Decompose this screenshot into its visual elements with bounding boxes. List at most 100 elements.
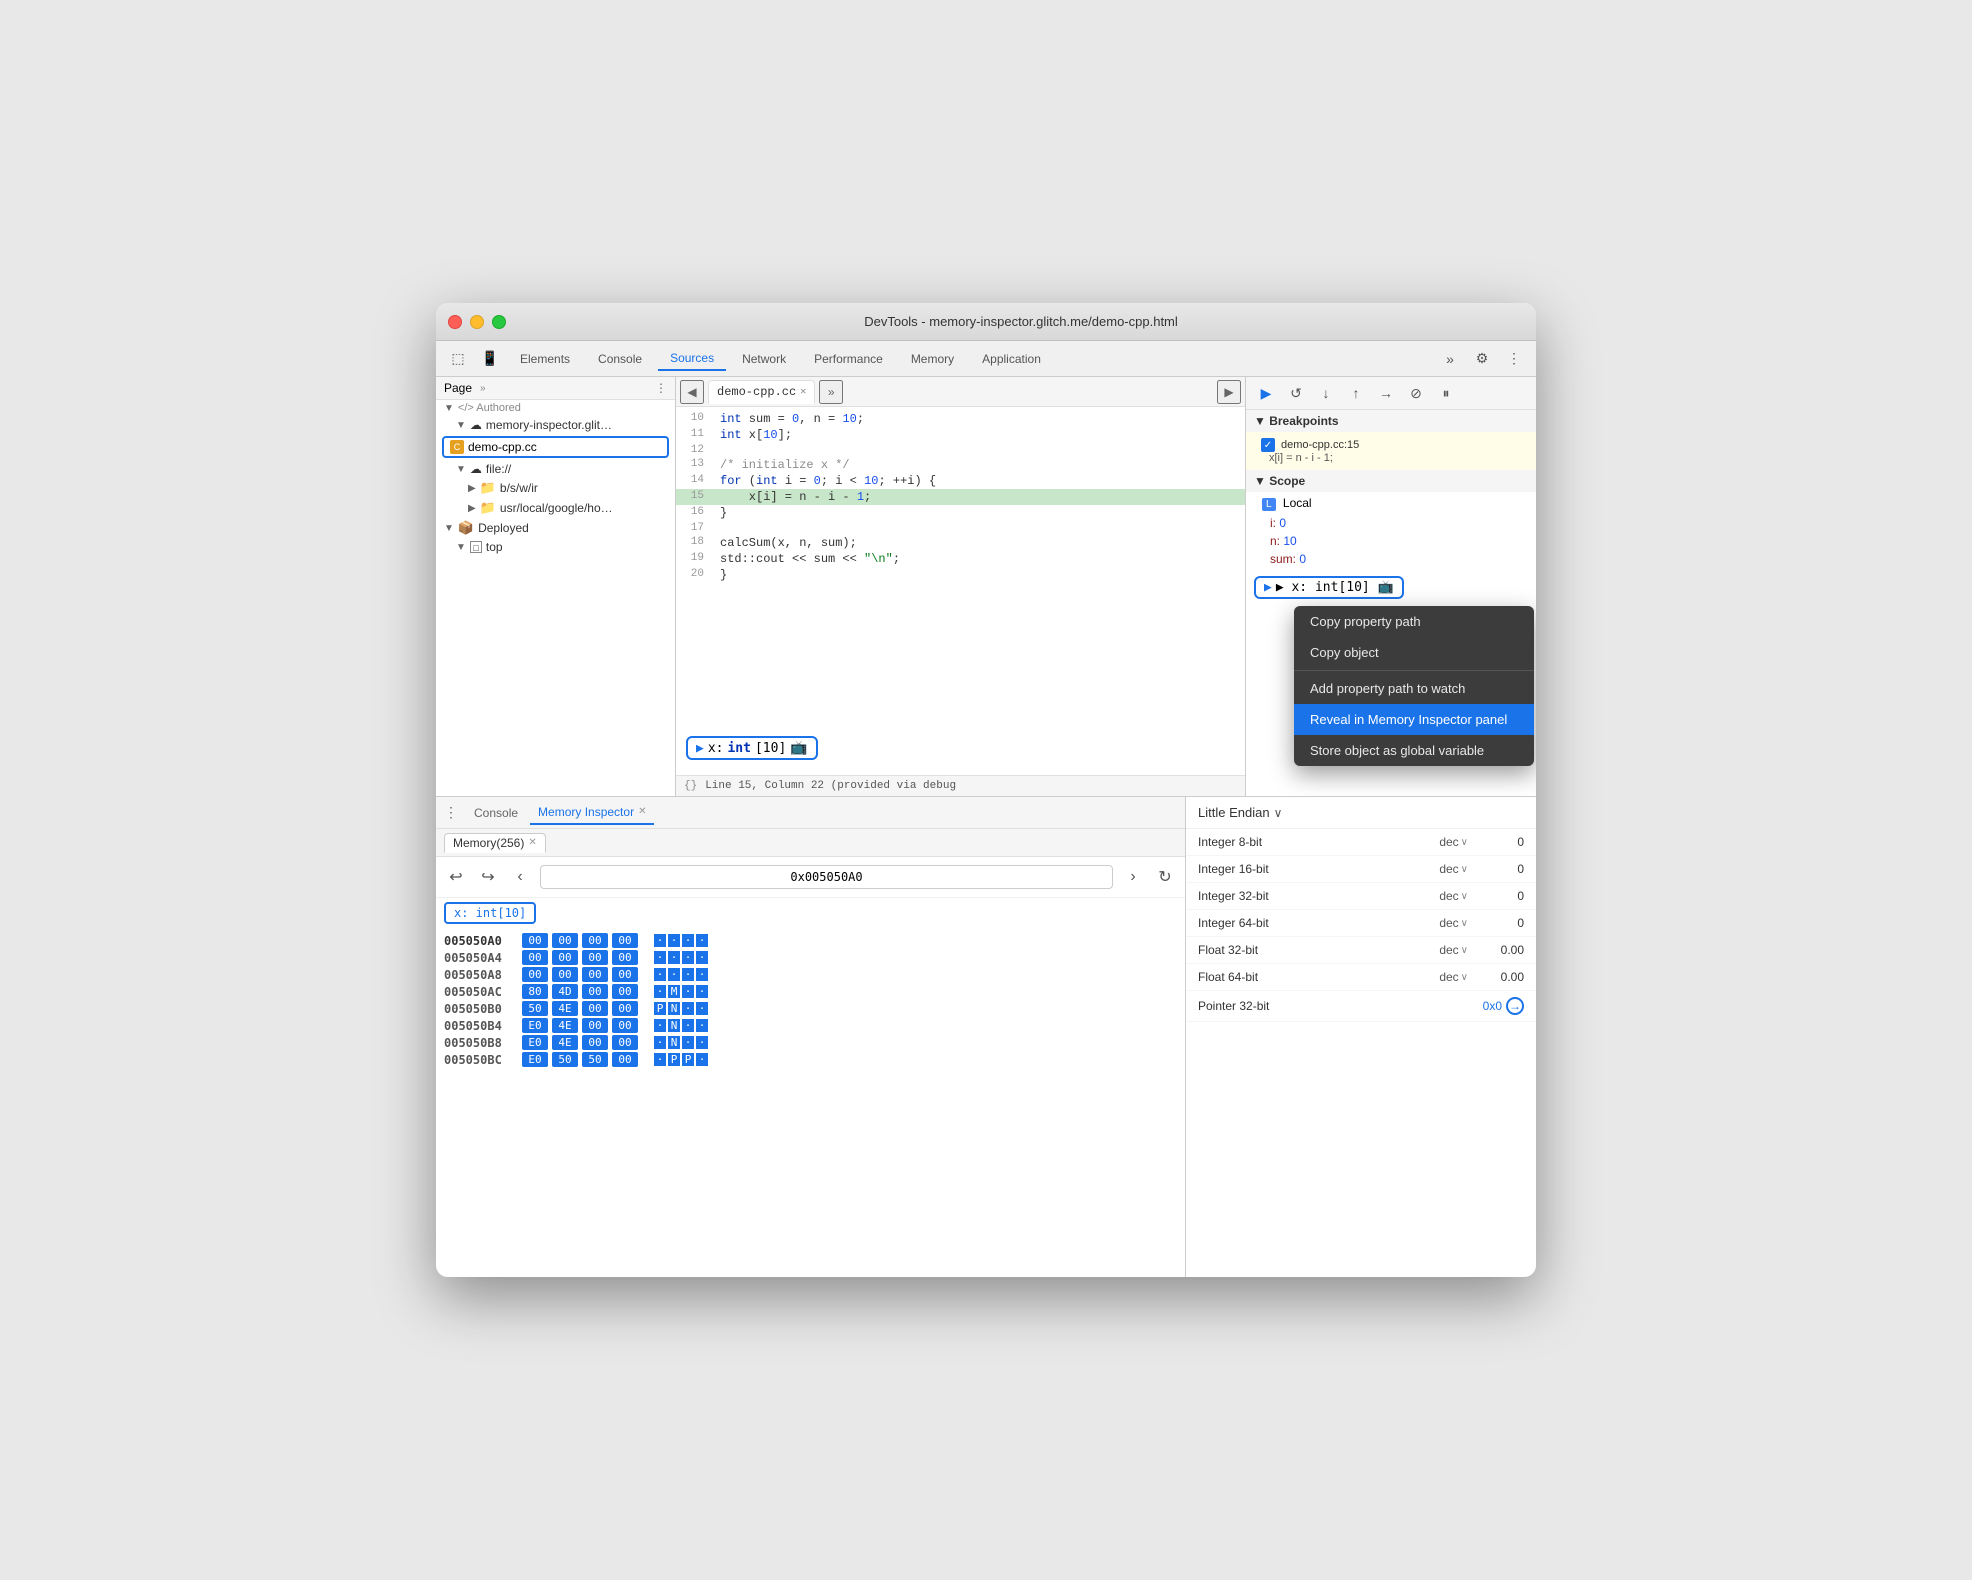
close-icon[interactable]: ✕ (638, 806, 646, 817)
address-input[interactable] (540, 865, 1113, 889)
mem-byte[interactable]: 00 (582, 950, 608, 965)
format-icon[interactable]: ▶ (1217, 380, 1241, 404)
data-format-selector[interactable]: dec ∨ (1439, 916, 1468, 930)
tree-file[interactable]: ▼ ☁ file:// (436, 460, 675, 478)
tree-bsw[interactable]: ▶ 📁 b/s/w/ir (436, 478, 675, 498)
tree-top[interactable]: ▼ □ top (436, 538, 675, 556)
panel-menu-icon[interactable]: ⋮ (444, 804, 458, 821)
arrow-circle-icon[interactable]: → (1506, 997, 1524, 1015)
mem-byte[interactable]: E0 (522, 1035, 548, 1050)
mem-byte[interactable]: 00 (582, 984, 608, 999)
step-icon[interactable]: → (1374, 381, 1398, 405)
tree-authored[interactable]: ▼ </> Authored (436, 400, 675, 416)
mem-byte[interactable]: 00 (612, 933, 638, 948)
mem-byte[interactable]: 00 (582, 967, 608, 982)
tab-memory[interactable]: Memory (899, 348, 966, 370)
mem-byte[interactable]: 00 (522, 967, 548, 982)
nav-back-icon[interactable]: ◀ (680, 380, 704, 404)
forward-icon[interactable]: ↪ (476, 865, 500, 889)
mem-byte[interactable]: 00 (612, 1001, 638, 1016)
more-options-icon[interactable]: ⋮ (1500, 345, 1528, 373)
panel-menu-icon[interactable]: ⋮ (655, 381, 667, 395)
mem-byte[interactable]: 00 (612, 1035, 638, 1050)
ctx-store-global[interactable]: Store object as global variable (1294, 735, 1534, 766)
mem-byte[interactable]: 80 (522, 984, 548, 999)
more-icon[interactable]: » (480, 383, 486, 394)
ctx-copy-object[interactable]: Copy object (1294, 637, 1534, 668)
step-out-icon[interactable]: ↑ (1344, 381, 1368, 405)
tab-elements[interactable]: Elements (508, 348, 582, 370)
breakpoint-checkbox[interactable]: ✓ (1261, 438, 1275, 452)
mem-byte[interactable]: 00 (582, 1035, 608, 1050)
source-tab-demo-cpp[interactable]: demo-cpp.cc ✕ (708, 380, 815, 404)
pointer-value[interactable]: 0x0 → (1483, 997, 1524, 1015)
data-format-selector[interactable]: dec ∨ (1439, 970, 1468, 984)
mem-byte[interactable]: 50 (522, 1001, 548, 1016)
selected-file-item[interactable]: C demo-cpp.cc (442, 436, 669, 458)
tab-sources[interactable]: Sources (658, 347, 726, 371)
prev-icon[interactable]: ‹ (508, 865, 532, 889)
resume-icon[interactable]: ▶ (1254, 381, 1278, 405)
ctx-reveal-memory-inspector[interactable]: Reveal in Memory Inspector panel (1294, 704, 1534, 735)
mem-byte[interactable]: E0 (522, 1052, 548, 1067)
pause-icon[interactable]: ⏸ (1434, 381, 1458, 405)
close-button[interactable] (448, 315, 462, 329)
mem-byte[interactable]: 00 (582, 1001, 608, 1016)
code-area[interactable]: 10 int sum = 0, n = 10; 11 int x[10]; 12… (676, 407, 1245, 775)
back-icon[interactable]: ↩ (444, 865, 468, 889)
mem-byte[interactable]: 4E (552, 1035, 578, 1050)
more-tabs-icon[interactable]: » (1436, 345, 1464, 373)
data-format-selector[interactable]: dec ∨ (1439, 889, 1468, 903)
memory-tag[interactable]: x: int[10] (444, 902, 536, 924)
inspect-icon[interactable]: ⬚ (444, 345, 472, 373)
mem-byte[interactable]: 00 (522, 950, 548, 965)
mem-byte[interactable]: 00 (612, 967, 638, 982)
mem-byte[interactable]: 00 (612, 984, 638, 999)
mem-byte[interactable]: 00 (582, 1018, 608, 1033)
tab-performance[interactable]: Performance (802, 348, 895, 370)
tree-deployed[interactable]: ▼ 📦 Deployed (436, 518, 675, 538)
tab-network[interactable]: Network (730, 348, 798, 370)
more-tabs-icon[interactable]: » (819, 380, 843, 404)
close-icon[interactable]: ✕ (528, 837, 536, 848)
refresh-icon[interactable]: ↻ (1153, 865, 1177, 889)
mem-byte[interactable]: 4E (552, 1018, 578, 1033)
tab-console[interactable]: Console (466, 802, 526, 824)
step-over-icon[interactable]: ↺ (1284, 381, 1308, 405)
var-box[interactable]: ▶ ▶ x: int[10] 📺 (1254, 576, 1404, 599)
mem-byte[interactable]: 50 (552, 1052, 578, 1067)
mem-byte[interactable]: 00 (612, 1018, 638, 1033)
minimize-button[interactable] (470, 315, 484, 329)
mem-byte[interactable]: 00 (522, 933, 548, 948)
tab-memory-inspector[interactable]: Memory Inspector ✕ (530, 801, 654, 825)
mem-byte[interactable]: 00 (552, 933, 578, 948)
data-format-selector[interactable]: dec ∨ (1439, 862, 1468, 876)
ctx-add-to-watch[interactable]: Add property path to watch (1294, 673, 1534, 704)
tree-memory-inspector-host[interactable]: ▼ ☁ memory-inspector.glit… (436, 416, 675, 434)
next-icon[interactable]: › (1121, 865, 1145, 889)
data-format-selector[interactable]: dec ∨ (1439, 835, 1468, 849)
step-into-icon[interactable]: ↓ (1314, 381, 1338, 405)
tree-usr[interactable]: ▶ 📁 usr/local/google/ho… (436, 498, 675, 518)
close-icon[interactable]: ✕ (800, 386, 806, 398)
maximize-button[interactable] (492, 315, 506, 329)
mem-byte[interactable]: 50 (582, 1052, 608, 1067)
deactivate-icon[interactable]: ⊘ (1404, 381, 1428, 405)
mem-byte[interactable]: 4E (552, 1001, 578, 1016)
ctx-copy-property-path[interactable]: Copy property path (1294, 606, 1534, 637)
var-highlight-box[interactable]: ▶ x: int [10] 📺 (686, 736, 818, 760)
mem-byte[interactable]: 00 (552, 950, 578, 965)
mem-byte[interactable]: 4D (552, 984, 578, 999)
tab-console[interactable]: Console (586, 348, 654, 370)
memory-subtab-256[interactable]: Memory(256) ✕ (444, 833, 546, 853)
chevron-down-icon[interactable]: ∨ (1274, 806, 1283, 820)
mem-byte[interactable]: 00 (612, 1052, 638, 1067)
device-icon[interactable]: 📱 (476, 345, 504, 373)
mem-byte[interactable]: 00 (582, 933, 608, 948)
settings-icon[interactable]: ⚙ (1468, 345, 1496, 373)
data-format-selector[interactable]: dec ∨ (1439, 943, 1468, 957)
mem-byte[interactable]: 00 (612, 950, 638, 965)
mem-byte[interactable]: 00 (552, 967, 578, 982)
mem-byte[interactable]: E0 (522, 1018, 548, 1033)
tab-application[interactable]: Application (970, 348, 1053, 370)
